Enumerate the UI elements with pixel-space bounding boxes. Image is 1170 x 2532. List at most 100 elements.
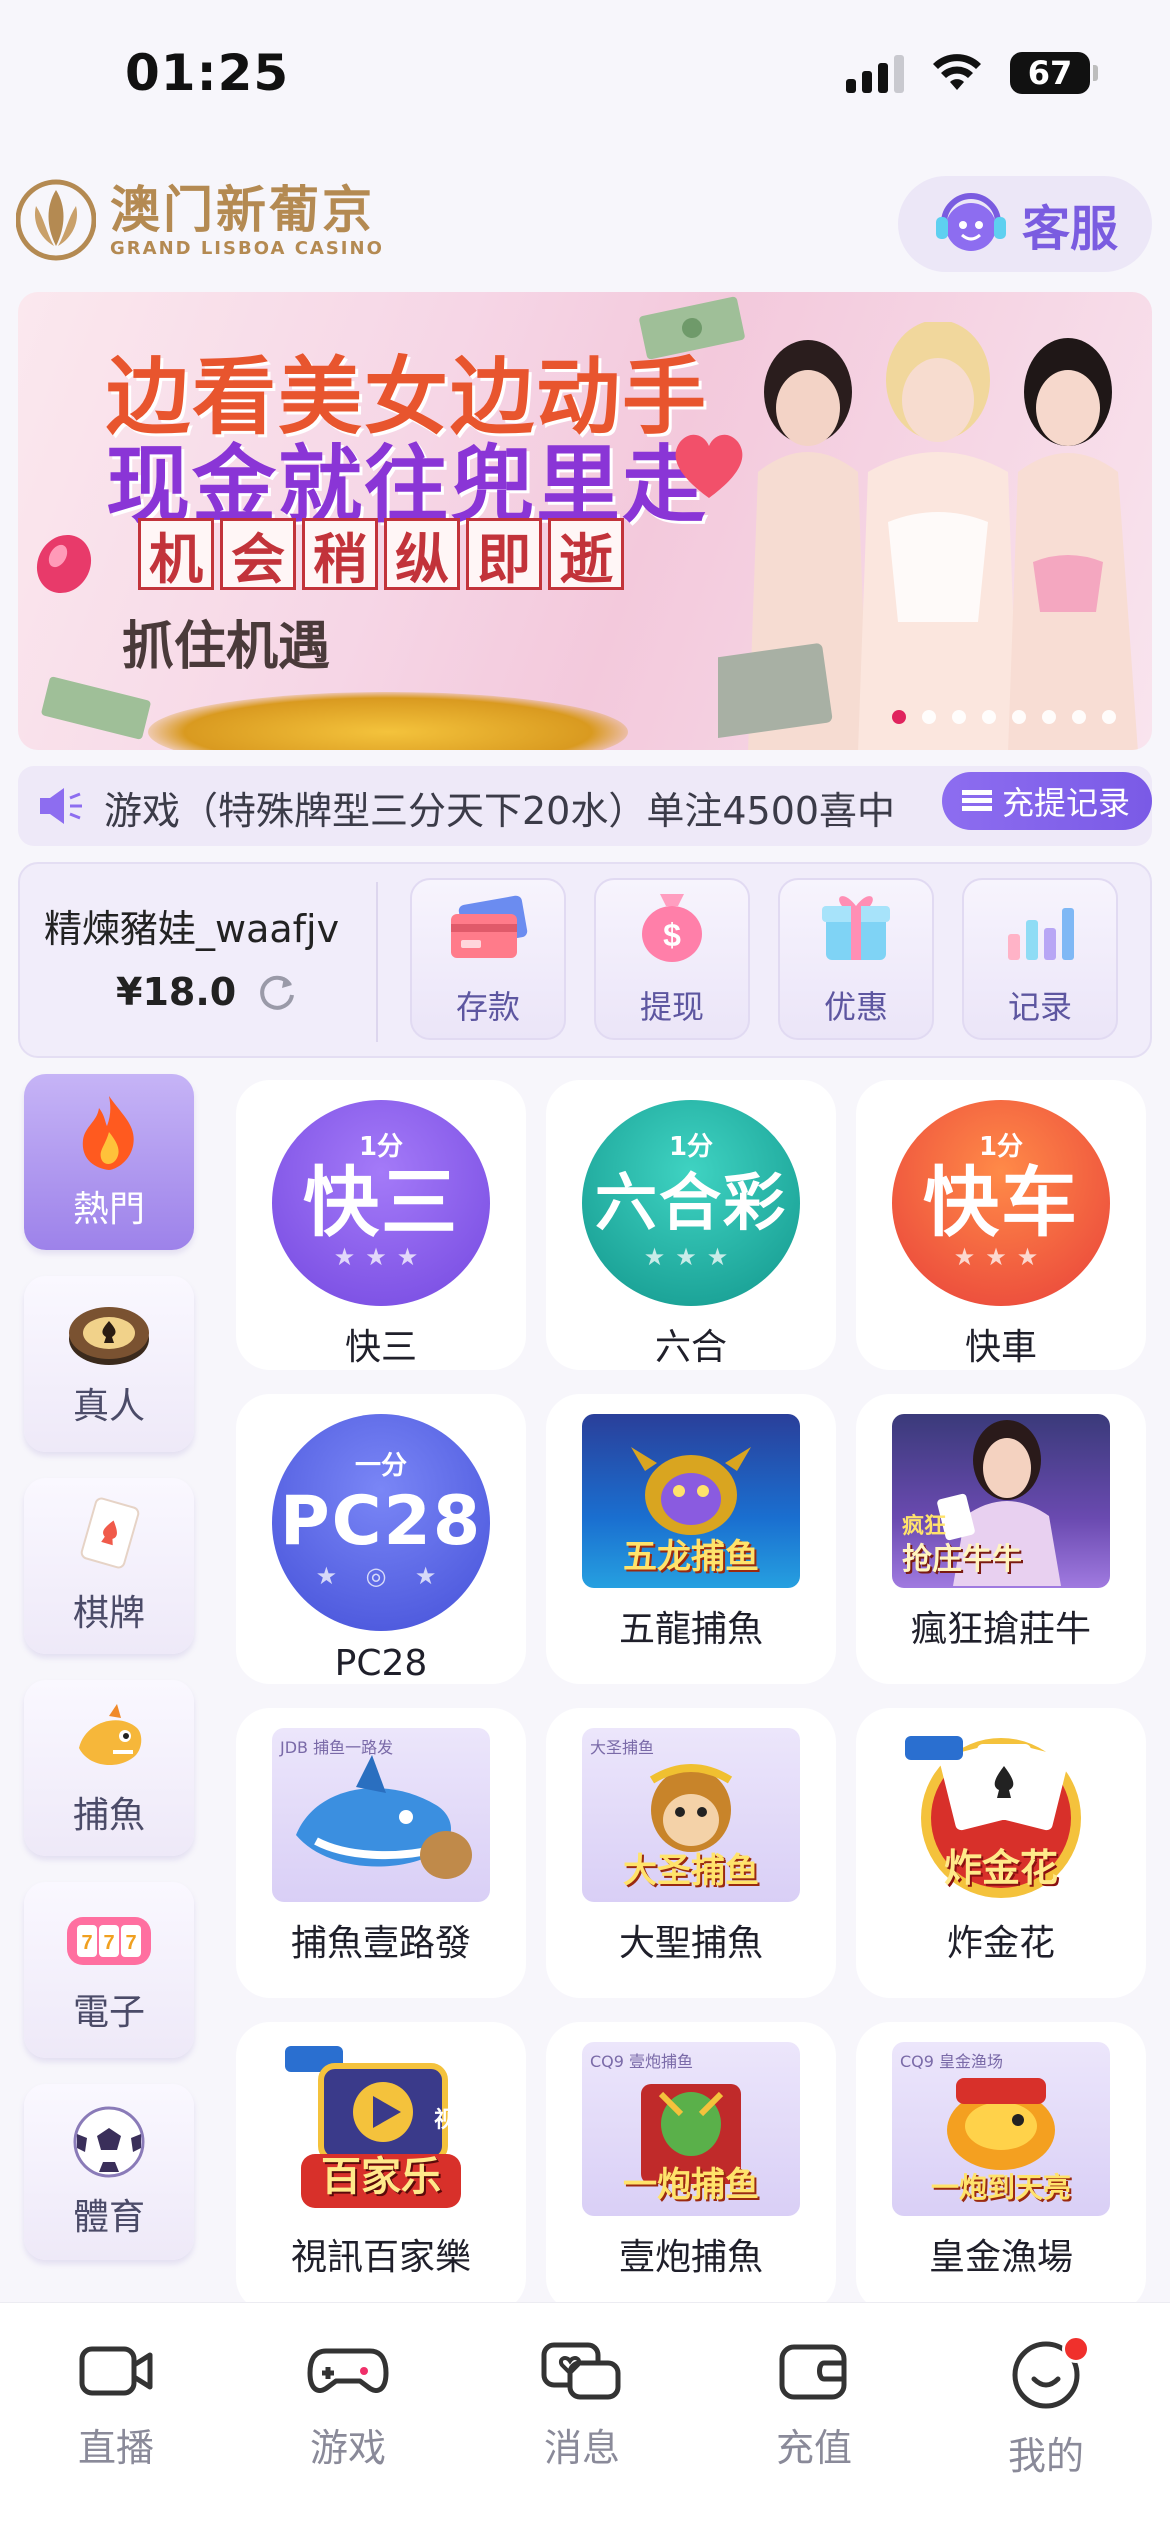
list-icon: [961, 790, 992, 811]
withdraw-button[interactable]: $ 提现: [594, 878, 750, 1040]
tab-profile[interactable]: 我的: [966, 2335, 1126, 2480]
balance-row: ¥18.0: [116, 970, 298, 1014]
zha-jin-hua-thumbnail: 炸金花: [892, 1728, 1110, 1902]
kuaisan-logo: 1分 快三 ★★★: [272, 1100, 490, 1306]
game-label: 大聖捕魚: [618, 1923, 763, 1964]
status-time: 01:25: [125, 44, 290, 102]
game-label: 瘋狂搶莊牛: [910, 1609, 1091, 1650]
fishing-fortune-thumbnail: JDB 捕鱼一路发: [272, 1728, 490, 1902]
fire-icon: [82, 1096, 134, 1170]
pc28-logo: 一分 PC28 ★ ◎ ★: [272, 1414, 490, 1631]
game-card-pc28[interactable]: 一分 PC28 ★ ◎ ★ PC28: [236, 1394, 526, 1684]
category-label: 真人: [72, 1386, 145, 1427]
category-sports[interactable]: 體育: [24, 2084, 194, 2260]
balance-amount: ¥18.0: [116, 970, 237, 1014]
banner-chip: 机: [138, 518, 214, 591]
pagination-dot[interactable]: [922, 710, 936, 724]
game-grid: 1分 快三 ★★★ 快三 1分 六合彩 ★★★ 六合 1分 快车 ★★★ 快車: [236, 1080, 1152, 2312]
deposit-withdraw-record-button[interactable]: 充提记录: [941, 772, 1152, 830]
game-card-monkey-king-fishing[interactable]: 大圣捕鱼 大圣捕鱼 大聖捕魚: [546, 1708, 836, 1998]
pagination-dot[interactable]: [1072, 710, 1086, 724]
game-card-golden-fishery[interactable]: CQ9 皇金渔场 一炮到天亮 皇金漁場: [856, 2022, 1146, 2312]
video-baccarat-thumbnail: 百家乐 视讯: [272, 2042, 490, 2216]
chat-icon: [541, 2342, 621, 2400]
game-badge: 一分: [354, 1451, 407, 1481]
divider: [376, 882, 378, 1042]
game-card-liuhe[interactable]: 1分 六合彩 ★★★ 六合: [546, 1080, 836, 1370]
pagination-dot[interactable]: [1042, 710, 1056, 724]
game-label: 皇金漁場: [928, 2237, 1073, 2278]
username: 精煉豬娃_waafjv: [44, 907, 340, 951]
status-bar: 01:25 67: [0, 0, 1170, 150]
wulong-fishing-thumbnail: 五龙捕鱼: [582, 1414, 800, 1588]
game-card-kuaiche[interactable]: 1分 快车 ★★★ 快車: [856, 1080, 1146, 1370]
game-card-video-baccarat[interactable]: 百家乐 视讯 視訊百家樂: [236, 2022, 526, 2312]
category-label: 捕魚: [72, 1795, 145, 1836]
category-label: 電子: [72, 1992, 145, 2033]
game-label: PC28: [334, 1643, 428, 1684]
game-card-wulong-fishing[interactable]: 五龙捕鱼 五龍捕魚: [546, 1394, 836, 1684]
category-live[interactable]: 真人: [24, 1276, 194, 1452]
game-card-one-shot-fishing[interactable]: CQ9 壹炮捕鱼 一炮捕鱼 壹炮捕魚: [546, 2022, 836, 2312]
card-icon: [451, 895, 528, 958]
tab-label: 充值: [775, 2426, 852, 2470]
records-label: 记录: [1007, 988, 1072, 1026]
tab-recharge[interactable]: 充值: [734, 2339, 894, 2472]
game-logo-title: 六合彩: [594, 1165, 787, 1239]
promo-banner[interactable]: 边看美女边动手 现金就往兜里走 机 会 稍 纵 即 逝 抓住机遇: [18, 292, 1152, 750]
tab-games[interactable]: 游戏: [268, 2339, 428, 2472]
category-hot[interactable]: 熱門: [24, 1074, 194, 1250]
game-card-kuaisan[interactable]: 1分 快三 ★★★ 快三: [236, 1080, 526, 1370]
customer-service-button[interactable]: 客服: [898, 176, 1152, 272]
announcement-marquee[interactable]: 游戏（特殊牌型三分天下20水）单注4500喜中 充提记录: [18, 766, 1152, 846]
tab-label: 我的: [1007, 2434, 1084, 2478]
pagination-dot[interactable]: [1012, 710, 1026, 724]
account-actions: 存款 $ 提现 优惠 记录: [410, 878, 1118, 1040]
game-label: 視訊百家樂: [290, 2237, 471, 2278]
promotion-label: 优惠: [823, 988, 888, 1026]
game-label: 六合: [654, 1327, 727, 1368]
banner-pagination[interactable]: [892, 710, 1116, 724]
game-card-crazy-banker-bull[interactable]: 抢庄牛牛 疯狂 瘋狂搶莊牛: [856, 1394, 1146, 1684]
battery-indicator: 67: [1010, 52, 1098, 94]
provider-tag: 大圣捕鱼: [590, 1738, 655, 1757]
cash-stack-icon: [41, 676, 151, 740]
category-label: 熱門: [72, 1189, 145, 1230]
app-screen: 01:25 67 澳门新葡京 GRAND LISBOA CASINO 客服 边看…: [0, 0, 1170, 2532]
provider-tag: CQ9 皇金渔场: [900, 2052, 1004, 2071]
banker-bull-thumbnail: 抢庄牛牛 疯狂: [892, 1414, 1110, 1588]
promotion-button[interactable]: 优惠: [778, 878, 934, 1040]
game-label: 快車: [964, 1327, 1037, 1368]
refresh-icon[interactable]: [256, 971, 298, 1013]
pagination-dot[interactable]: [892, 710, 906, 724]
stars-icon: ★★★: [643, 1242, 739, 1271]
shark-icon: [296, 1755, 472, 1879]
svg-text:7: 7: [81, 1932, 92, 1954]
signal-icon: [846, 53, 904, 93]
tab-messages[interactable]: 消息: [502, 2339, 662, 2472]
tab-live[interactable]: 直播: [36, 2339, 196, 2472]
category-slots[interactable]: 7 7 7 電子: [24, 1882, 194, 2058]
thumbnail-caption: 五龙捕鱼: [623, 1537, 759, 1577]
svg-text:7: 7: [125, 1932, 136, 1954]
game-logo-title: 快三: [303, 1157, 459, 1247]
category-fishing[interactable]: 捕魚: [24, 1680, 194, 1856]
records-button[interactable]: 记录: [962, 878, 1118, 1040]
tab-label: 消息: [543, 2426, 620, 2470]
stars-icon: ★★★: [953, 1242, 1049, 1271]
category-cards[interactable]: 棋牌: [24, 1478, 194, 1654]
money-bag-icon: $: [642, 894, 702, 962]
game-card-fishing-fortune[interactable]: JDB 捕鱼一路发 捕魚壹路發: [236, 1708, 526, 1998]
game-badge: 1分: [358, 1131, 404, 1162]
deposit-button[interactable]: 存款: [410, 878, 566, 1040]
pagination-dot[interactable]: [1102, 710, 1116, 724]
brand-name-en: GRAND LISBOA CASINO: [110, 237, 384, 259]
pagination-dot[interactable]: [982, 710, 996, 724]
category-label: 棋牌: [72, 1593, 145, 1634]
pagination-dot[interactable]: [952, 710, 966, 724]
game-logo-title: 快车: [923, 1157, 1079, 1247]
game-card-zha-jin-hua[interactable]: 炸金花 炸金花: [856, 1708, 1146, 1998]
thumbnail-subcaption: 疯狂: [902, 1514, 947, 1539]
monkey-king-thumbnail: 大圣捕鱼 大圣捕鱼: [582, 1728, 800, 1902]
banner-chip: 即: [466, 518, 542, 591]
